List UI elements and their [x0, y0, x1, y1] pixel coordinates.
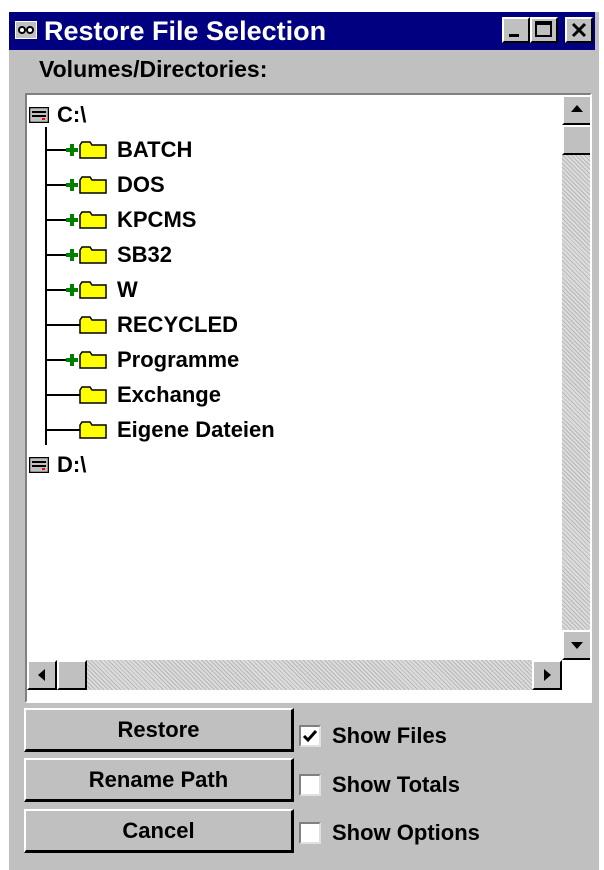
folder-label: RECYCLED: [117, 312, 239, 337]
show-options-checkbox[interactable]: Show Options: [299, 818, 529, 848]
tree-folder-eigene-dateien[interactable]: Eigene Dateien: [27, 415, 427, 445]
maximize-icon: [535, 21, 552, 37]
folder-icon: [79, 176, 107, 194]
drive-icon: [29, 457, 49, 473]
folder-icon: [79, 421, 107, 439]
expand-plus-icon: [66, 144, 78, 156]
minimize-icon: [509, 34, 519, 37]
expand-plus-icon: [66, 179, 78, 191]
horizontal-scroll-thumb[interactable]: [57, 660, 87, 690]
expand-plus-icon: [66, 284, 78, 296]
scroll-down-button[interactable]: [562, 630, 590, 660]
tree-folder-dos[interactable]: DOS: [27, 170, 427, 200]
maximize-button[interactable]: [530, 17, 558, 43]
volumes-directories-label: Volumes/Directories:: [39, 56, 268, 82]
cancel-button[interactable]: Cancel: [24, 809, 294, 853]
folder-label: Programme: [117, 347, 240, 372]
folder-label: DOS: [117, 172, 165, 197]
folder-icon: [79, 246, 107, 264]
drive-label: D:\: [57, 452, 87, 477]
scroll-right-button[interactable]: [532, 660, 562, 690]
checkbox-box[interactable]: [299, 822, 321, 844]
tree-drive-d[interactable]: D:\: [27, 450, 227, 480]
app-icon: [15, 21, 37, 39]
vertical-scrollbar[interactable]: [562, 95, 590, 660]
restore-file-selection-window: Restore File Selection Volumes/Directori…: [9, 12, 599, 870]
folder-icon: [79, 211, 107, 229]
scrollbar-corner: [562, 660, 590, 690]
checkbox-label: Show Files: [332, 723, 447, 748]
restore-button[interactable]: Restore: [24, 708, 294, 752]
horizontal-scrollbar[interactable]: [27, 660, 562, 690]
minimize-button[interactable]: [502, 17, 530, 43]
checkbox-label: Show Options: [332, 820, 480, 845]
rename-path-button[interactable]: Rename Path: [24, 758, 294, 802]
checkbox-box[interactable]: [299, 725, 321, 747]
arrow-left-icon: [38, 669, 45, 681]
checkmark-icon: [302, 730, 318, 743]
folder-icon: [79, 351, 107, 369]
directory-tree[interactable]: C:\ BATCH DOS KPCMS SB32 W RECYCLED Prog…: [25, 93, 592, 703]
folder-label: Eigene Dateien: [117, 417, 275, 442]
arrow-up-icon: [571, 105, 583, 112]
scroll-up-button[interactable]: [562, 95, 590, 125]
tree-folder-recycled[interactable]: RECYCLED: [27, 310, 427, 340]
title-bar[interactable]: Restore File Selection: [9, 12, 595, 50]
tree-folder-w[interactable]: W: [27, 275, 427, 305]
drive-icon: [29, 107, 49, 123]
tree-folder-exchange[interactable]: Exchange: [27, 380, 427, 410]
tree-view: C:\ BATCH DOS KPCMS SB32 W RECYCLED Prog…: [27, 95, 562, 660]
window-title: Restore File Selection: [44, 16, 327, 46]
folder-label: W: [117, 277, 138, 302]
close-icon: [571, 22, 587, 38]
tree-folder-kpcms[interactable]: KPCMS: [27, 205, 427, 235]
arrow-right-icon: [544, 669, 551, 681]
folder-icon: [79, 386, 107, 404]
show-files-checkbox[interactable]: Show Files: [299, 721, 529, 751]
checkbox-box[interactable]: [299, 774, 321, 796]
folder-label: SB32: [117, 242, 173, 267]
arrow-down-icon: [571, 642, 583, 649]
tree-folder-sb32[interactable]: SB32: [27, 240, 427, 270]
tree-folder-batch[interactable]: BATCH: [27, 135, 427, 165]
drive-label: C:\: [57, 102, 87, 127]
tree-branch-line: [45, 429, 81, 431]
folder-label: BATCH: [117, 137, 193, 162]
expand-plus-icon: [66, 354, 78, 366]
show-totals-checkbox[interactable]: Show Totals: [299, 770, 529, 800]
tree-folder-programme[interactable]: Programme: [27, 345, 427, 375]
close-button[interactable]: [565, 17, 593, 43]
tree-branch-line: [45, 394, 81, 396]
expand-plus-icon: [66, 249, 78, 261]
folder-label: Exchange: [117, 382, 221, 407]
folder-icon: [79, 281, 107, 299]
tree-drive-c[interactable]: C:\: [27, 100, 227, 130]
expand-plus-icon: [66, 214, 78, 226]
folder-icon: [79, 141, 107, 159]
vertical-scroll-thumb[interactable]: [562, 125, 590, 155]
folder-label: KPCMS: [117, 207, 197, 232]
checkbox-label: Show Totals: [332, 772, 460, 797]
scroll-left-button[interactable]: [27, 660, 57, 690]
tree-branch-line: [45, 324, 81, 326]
folder-icon: [79, 316, 107, 334]
